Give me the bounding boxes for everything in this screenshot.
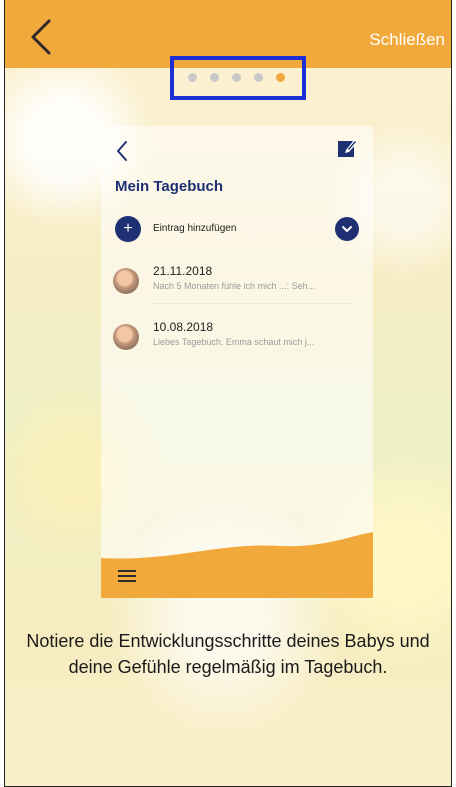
preview-menu-icon [118,570,136,582]
preview-entry-excerpt: Liebes Tagebuch, Emma schaut mich j... [153,337,315,347]
close-button[interactable]: Schließen [369,30,445,50]
preview-add-entry-label: Eintrag hinzufügen [153,223,237,234]
preview-entry-excerpt: Nach 5 Monaten fühle ich mich ...: Seh..… [153,281,316,291]
page-indicator-highlight [170,56,306,100]
diary-preview-screenshot: Mein Tagebuch + Eintrag hinzufügen 21.11… [101,126,373,598]
preview-entry-date: 10.08.2018 [153,320,214,334]
preview-entry-1: 21.11.2018 Nach 5 Monaten fühle ich mich… [113,260,359,304]
onboarding-caption: Notiere die Entwicklungsschritte deines … [26,631,430,677]
preview-entry-avatar [113,268,139,294]
preview-chevron-left-icon [117,141,127,161]
preview-edit-icon [338,140,357,157]
preview-add-entry-row: + Eintrag hinzufügen [115,216,359,242]
preview-footer-bar [101,528,373,598]
preview-title: Mein Tagebuch [115,178,224,195]
preview-entry-avatar [113,324,139,350]
chevron-left-icon[interactable] [27,18,57,56]
divider [153,303,353,304]
preview-chevron-down-icon [335,217,359,241]
onboarding-screen: Schließen Mein Tagebuch + Eintrag hinzuf… [4,0,452,787]
preview-entry-date: 21.11.2018 [153,264,213,278]
preview-entry-2: 10.08.2018 Liebes Tagebuch, Emma schaut … [113,316,359,360]
preview-plus-icon: + [115,216,141,242]
